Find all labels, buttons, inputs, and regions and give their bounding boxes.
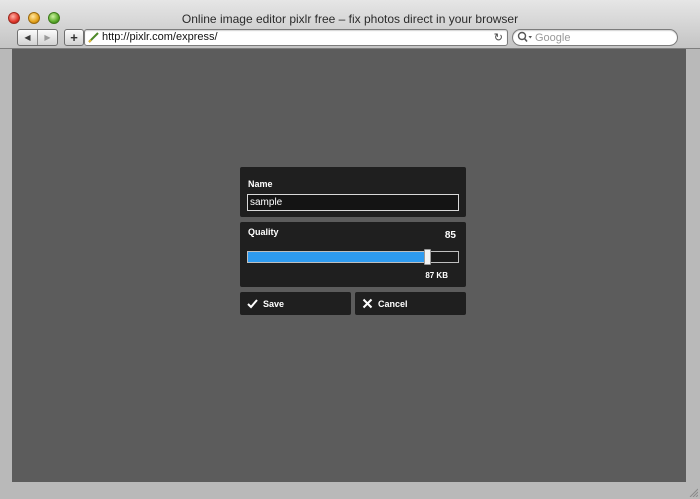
forward-button[interactable]: ▶ [38, 30, 57, 45]
checkmark-icon [247, 299, 258, 309]
plus-icon: + [70, 30, 78, 45]
close-window-button[interactable] [8, 12, 20, 24]
minimize-window-button[interactable] [28, 12, 40, 24]
url-text[interactable]: http://pixlr.com/express/ [102, 31, 218, 43]
quality-panel: Quality 85 87 KB [240, 222, 466, 287]
quality-slider-thumb[interactable] [423, 249, 431, 265]
search-icon[interactable] [517, 31, 533, 44]
window-title: Online image editor pixlr free – fix pho… [181, 12, 519, 26]
name-label: Name [248, 179, 273, 189]
file-size-label: 87 KB [425, 271, 448, 280]
close-x-icon [362, 298, 373, 309]
zoom-window-button[interactable] [48, 12, 60, 24]
back-button[interactable]: ◀ [18, 30, 38, 45]
search-input[interactable] [535, 30, 671, 45]
browser-window: Online image editor pixlr free – fix pho… [0, 0, 700, 499]
reload-icon[interactable]: ↻ [494, 31, 503, 44]
search-bar[interactable] [512, 29, 678, 46]
resize-grip-icon[interactable] [688, 487, 698, 497]
page-content: Name Quality 85 87 KB Save Cancel [12, 49, 686, 482]
address-bar[interactable]: http://pixlr.com/express/ ↻ [84, 29, 508, 46]
pencil-favicon-icon [88, 32, 99, 43]
navigation-buttons: ◀ ▶ [17, 29, 58, 46]
save-button-label: Save [263, 298, 285, 309]
browser-toolbar: Online image editor pixlr free – fix pho… [0, 0, 700, 49]
name-field[interactable] [247, 194, 459, 211]
quality-label: Quality [248, 227, 279, 237]
forward-arrow-icon: ▶ [44, 33, 51, 42]
quality-value: 85 [444, 230, 456, 241]
save-button[interactable]: Save [240, 292, 351, 315]
quality-slider-fill [248, 252, 427, 262]
back-arrow-icon: ◀ [24, 33, 31, 42]
add-bookmark-button[interactable]: + [64, 29, 84, 46]
name-panel: Name [240, 167, 466, 217]
cancel-button[interactable]: Cancel [355, 292, 466, 315]
cancel-button-label: Cancel [378, 298, 408, 309]
quality-slider[interactable] [247, 249, 459, 265]
